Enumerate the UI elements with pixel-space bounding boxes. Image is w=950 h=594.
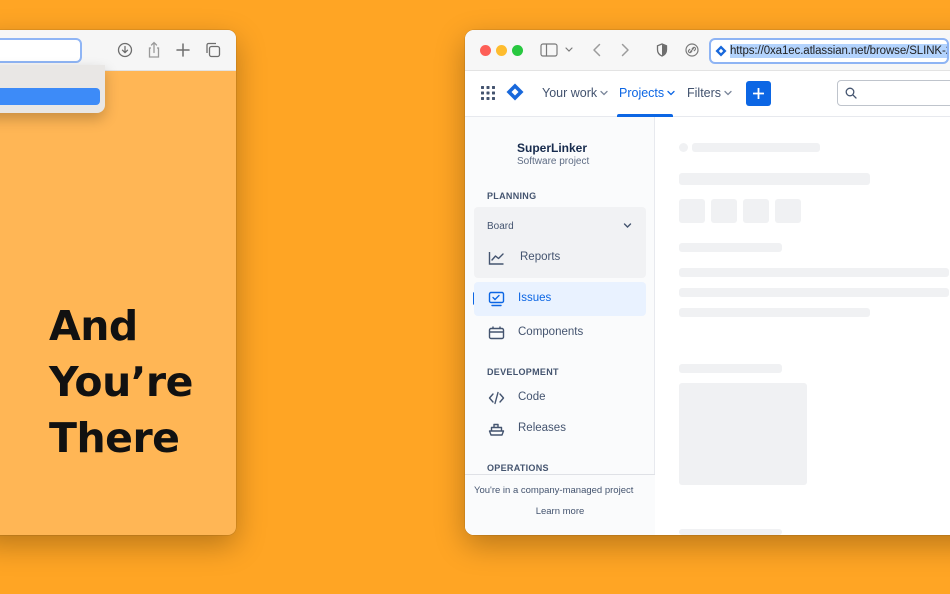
skeleton-title [679, 173, 870, 185]
close-window-button[interactable] [480, 45, 491, 56]
sidebar-item-board[interactable]: Board [487, 221, 514, 232]
promo-headline: And You’re There [49, 298, 193, 466]
skeleton-line [679, 308, 870, 317]
project-sidebar: SuperLinker Software project PLANNING Bo… [465, 117, 655, 535]
sidebar-toggle-icon[interactable] [540, 41, 574, 59]
headline-line-2: You’re [49, 358, 193, 406]
chevron-down-icon [667, 90, 675, 96]
skeleton-card [679, 383, 807, 485]
sidebar-item-components-label: Components [518, 326, 584, 338]
skeleton-line [679, 268, 949, 277]
left-browser-window: And You’re There [0, 30, 236, 535]
sidebar-item-issues[interactable]: Issues [474, 282, 646, 316]
search-icon [845, 87, 857, 99]
section-development: DEVELOPMENT [487, 367, 559, 377]
board-group: Board Reports [474, 207, 646, 278]
new-tab-icon[interactable] [174, 41, 192, 59]
headline-line-1: And [49, 302, 138, 350]
link-icon[interactable] [684, 41, 700, 59]
jira-top-nav: Your work Projects Filters [465, 71, 950, 117]
sidebar-item-reports[interactable]: Reports [474, 241, 646, 275]
skeleton-dot [679, 143, 688, 152]
privacy-shield-icon[interactable] [655, 41, 669, 59]
zoom-window-button[interactable] [512, 45, 523, 56]
learn-more-link[interactable]: Learn more [465, 506, 655, 517]
create-button[interactable] [746, 81, 771, 106]
sidebar-item-releases[interactable]: Releases [474, 412, 646, 446]
skeleton-button [679, 199, 705, 223]
sidebar-item-components[interactable]: Components [474, 316, 646, 350]
search-input[interactable] [837, 80, 950, 106]
releases-ship-icon [488, 423, 505, 436]
section-operations: OPERATIONS [487, 463, 549, 473]
section-planning: PLANNING [487, 191, 537, 201]
sidebar-item-releases-label: Releases [518, 422, 566, 434]
jira-favicon-icon [715, 45, 727, 57]
nav-projects-label: Projects [619, 86, 665, 100]
minimize-window-button[interactable] [496, 45, 507, 56]
download-icon[interactable] [116, 41, 134, 59]
components-icon [488, 326, 505, 340]
skeleton-heading [679, 243, 782, 252]
project-type: Software project [517, 156, 590, 167]
skeleton-line [679, 529, 782, 535]
browser-toolbar: https://0xa1ec.atlassian.net/browse/SLIN… [465, 30, 950, 71]
skeleton-heading [679, 364, 782, 373]
nav-your-work[interactable]: Your work [542, 86, 608, 100]
forward-icon[interactable] [619, 41, 631, 59]
sidebar-footer: You're in a company-managed project Lear… [465, 474, 655, 535]
nav-filters[interactable]: Filters [687, 86, 732, 100]
skeleton-button [711, 199, 737, 223]
left-address-field[interactable] [0, 38, 82, 63]
code-icon [488, 391, 505, 405]
autocomplete-highlighted-item[interactable] [0, 88, 100, 105]
chevron-down-icon[interactable] [623, 221, 632, 230]
main-content-loading [655, 117, 950, 535]
nav-filters-label: Filters [687, 86, 722, 100]
url-text: https://0xa1ec.atlassian.net/browse/SLIN… [730, 44, 947, 58]
reports-chart-icon [488, 252, 504, 265]
sidebar-item-code-label: Code [518, 391, 546, 403]
skeleton-button [775, 199, 801, 223]
sidebar-item-reports-label: Reports [520, 251, 561, 263]
headline-line-3: There [49, 414, 180, 462]
right-browser-window: https://0xa1ec.atlassian.net/browse/SLIN… [465, 30, 950, 535]
plus-icon [753, 88, 764, 99]
app-switcher-icon[interactable] [481, 86, 495, 100]
nav-your-work-label: Your work [542, 86, 598, 100]
back-icon[interactable] [591, 41, 603, 59]
company-managed-message: You're in a company-managed project [474, 485, 634, 496]
tab-overview-icon[interactable] [204, 41, 222, 59]
share-icon[interactable] [145, 41, 163, 59]
chevron-down-icon [724, 90, 732, 96]
chevron-down-icon [600, 90, 608, 96]
project-name[interactable]: SuperLinker [517, 141, 587, 155]
skeleton-line [679, 288, 949, 297]
autocomplete-dropdown [0, 65, 105, 113]
url-field[interactable]: https://0xa1ec.atlassian.net/browse/SLIN… [709, 38, 949, 64]
nav-projects[interactable]: Projects [619, 86, 675, 100]
jira-logo-icon[interactable] [506, 83, 524, 101]
issues-icon [488, 291, 505, 307]
skeleton-button [743, 199, 769, 223]
skeleton-breadcrumb [692, 143, 820, 152]
sidebar-item-issues-label: Issues [518, 292, 552, 304]
sidebar-item-code[interactable]: Code [474, 381, 646, 415]
